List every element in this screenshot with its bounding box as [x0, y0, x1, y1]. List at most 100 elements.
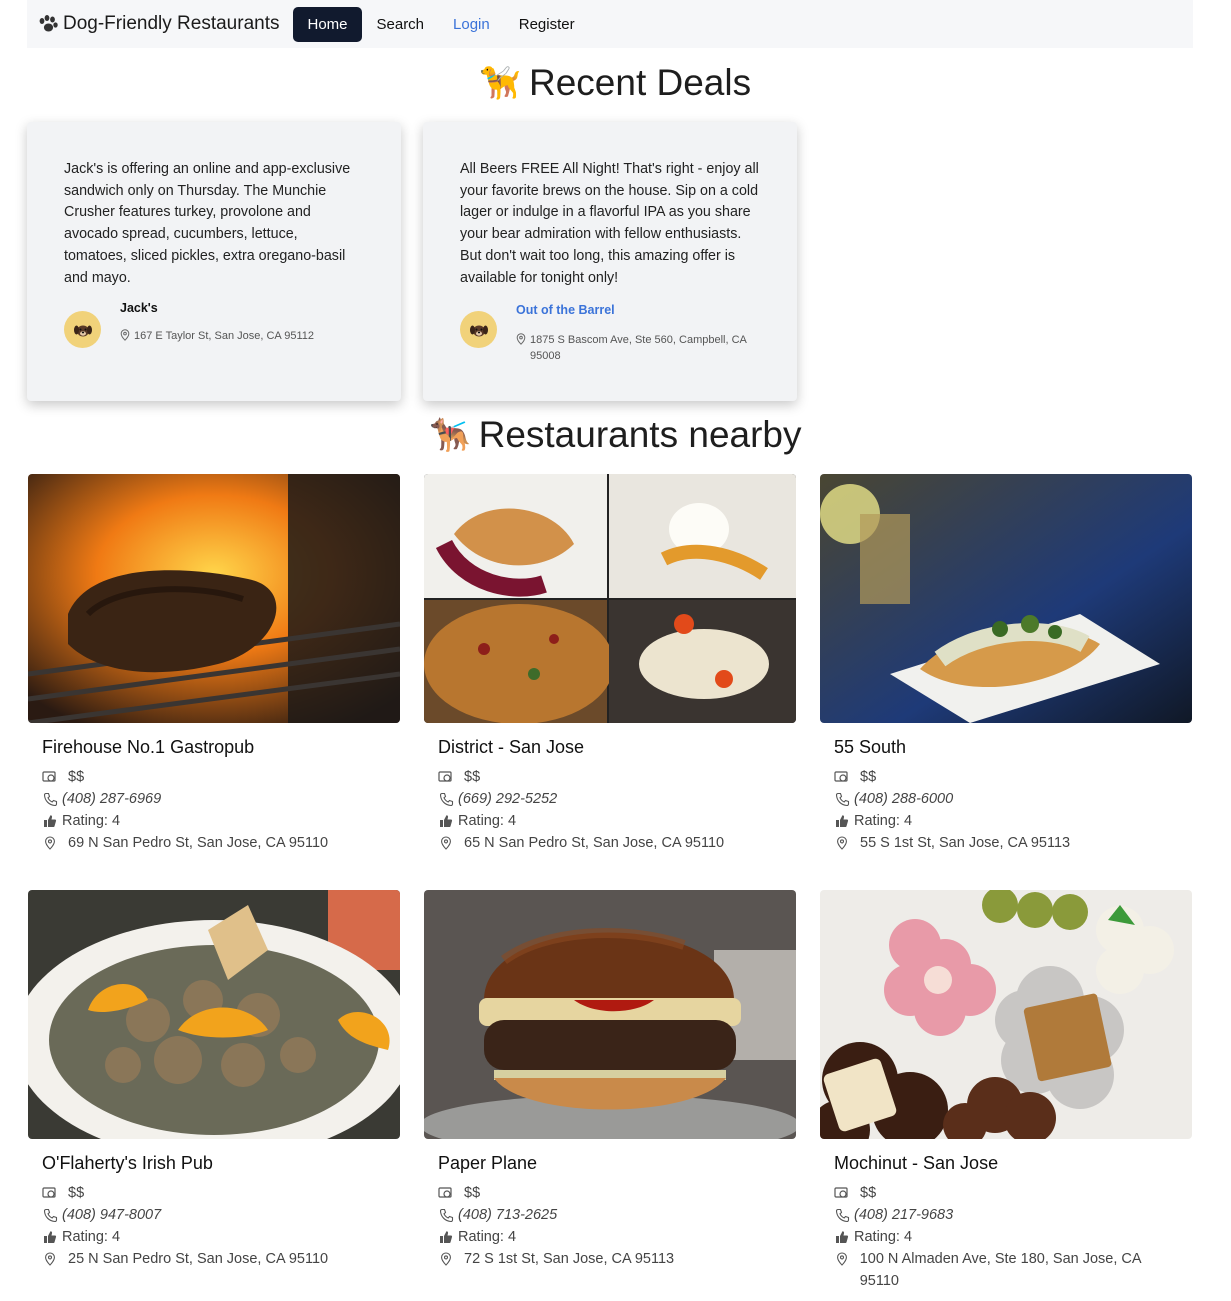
phone-text[interactable]: (669) 292-5252 [458, 791, 557, 807]
map-pin-icon [516, 333, 526, 346]
price-text: $$ [68, 1185, 85, 1201]
restaurant-name[interactable]: Firehouse No.1 Gastropub [42, 737, 386, 758]
restaurant-card[interactable]: O'Flaherty's Irish Pub $$ (408) 947-8007… [28, 890, 400, 1270]
map-pin-icon [438, 835, 454, 851]
rating-text: Rating: 4 [458, 813, 517, 829]
price-row: $$ [42, 1182, 386, 1204]
restaurant-photo[interactable] [424, 890, 796, 1139]
restaurant-name[interactable]: District - San Jose [438, 737, 782, 758]
phone-text[interactable]: (408) 288-6000 [854, 791, 953, 807]
address-text: 65 N San Pedro St, San Jose, CA 95110 [464, 835, 725, 851]
dog-avatar-icon [460, 311, 497, 349]
restaurant-card[interactable]: Paper Plane $$ (408) 713-2625 Rating: 4 … [424, 890, 796, 1270]
restaurant-info: 55 South $$ (408) 288-6000 Rating: 4 55 … [820, 723, 1192, 854]
phone-row: (669) 292-5252 [438, 788, 782, 810]
phone-icon [438, 1207, 454, 1223]
recent-deals-title: Recent Deals [528, 62, 752, 103]
money-icon [834, 769, 850, 785]
phone-icon [438, 791, 454, 807]
navbar: Dog-Friendly Restaurants Home Search Log… [27, 0, 1193, 48]
restaurant-photo[interactable] [28, 890, 400, 1139]
price-text: $$ [464, 1185, 481, 1201]
restaurant-card[interactable]: Firehouse No.1 Gastropub $$ (408) 287-69… [28, 474, 400, 854]
nav-register[interactable]: Register [505, 7, 589, 42]
restaurant-info: District - San Jose $$ (669) 292-5252 Ra… [424, 723, 796, 854]
deal-card[interactable]: Jack's is offering an online and app-exc… [27, 122, 401, 401]
address-text: 72 S 1st St, San Jose, CA 95113 [464, 1251, 675, 1267]
phone-text[interactable]: (408) 713-2625 [458, 1207, 557, 1223]
map-pin-icon [42, 835, 58, 851]
restaurant-card[interactable]: District - San Jose $$ (669) 292-5252 Ra… [424, 474, 796, 854]
price-row: $$ [834, 1182, 1178, 1204]
price-text: $$ [464, 769, 481, 785]
deal-card[interactable]: All Beers FREE All Night! That's right -… [423, 122, 797, 401]
phone-text[interactable]: (408) 287-6969 [62, 791, 161, 807]
restaurant-photo[interactable] [820, 474, 1192, 723]
restaurant-name[interactable]: Paper Plane [438, 1153, 782, 1174]
deal-address: 1875 S Bascom Ave, Ste 560, Campbell, CA… [516, 332, 760, 364]
phone-icon [834, 1207, 850, 1223]
rating-row: Rating: 4 [834, 810, 1178, 832]
rating-row: Rating: 4 [42, 810, 386, 832]
service-dog-emoji-icon: 🐕‍🦺 [429, 415, 471, 453]
thumbs-up-icon [42, 1229, 58, 1245]
restaurants-nearby-heading: 🐕‍🦺 Restaurants nearby [0, 414, 1231, 456]
phone-text[interactable]: (408) 217-9683 [854, 1207, 953, 1223]
restaurant-photo[interactable] [424, 474, 796, 723]
address-text: 25 N San Pedro St, San Jose, CA 95110 [68, 1251, 329, 1267]
price-text: $$ [860, 769, 877, 785]
restaurant-card[interactable]: Mochinut - San Jose $$ (408) 217-9683 Ra… [820, 890, 1192, 1292]
phone-row: (408) 713-2625 [438, 1204, 782, 1226]
phone-icon [42, 791, 58, 807]
nav-links: Home Search Login Register [293, 6, 589, 42]
phone-text[interactable]: (408) 947-8007 [62, 1207, 161, 1223]
money-icon [438, 769, 454, 785]
map-pin-icon [438, 1251, 454, 1267]
phone-row: (408) 287-6969 [42, 788, 386, 810]
phone-row: (408) 288-6000 [834, 788, 1178, 810]
deal-text: All Beers FREE All Night! That's right -… [460, 161, 759, 286]
nav-login[interactable]: Login [439, 7, 504, 42]
money-icon [42, 769, 58, 785]
thumbs-up-icon [834, 813, 850, 829]
rating-row: Rating: 4 [438, 810, 782, 832]
rating-text: Rating: 4 [854, 1229, 913, 1245]
nav-home[interactable]: Home [293, 6, 362, 42]
phone-row: (408) 947-8007 [42, 1204, 386, 1226]
deal-address: 167 E Taylor St, San Jose, CA 95112 [120, 328, 314, 344]
brand-title: Dog-Friendly Restaurants [63, 13, 280, 34]
brand-link[interactable]: Dog-Friendly Restaurants [37, 13, 279, 35]
restaurant-name[interactable]: Mochinut - San Jose [834, 1153, 1178, 1174]
map-pin-icon [120, 329, 130, 342]
rating-text: Rating: 4 [458, 1229, 517, 1245]
rating-row: Rating: 4 [438, 1226, 782, 1248]
map-pin-icon [834, 835, 850, 851]
rating-text: Rating: 4 [62, 813, 121, 829]
address-row: 65 N San Pedro St, San Jose, CA 95110 [438, 832, 782, 854]
restaurant-photo[interactable] [820, 890, 1192, 1139]
deal-restaurant-link[interactable]: Out of the Barrel [516, 303, 615, 317]
rating-text: Rating: 4 [62, 1229, 121, 1245]
map-pin-icon [834, 1251, 850, 1267]
address-row: 25 N San Pedro St, San Jose, CA 95110 [42, 1248, 386, 1270]
money-icon [834, 1185, 850, 1201]
nav-search[interactable]: Search [363, 7, 439, 42]
restaurant-info: O'Flaherty's Irish Pub $$ (408) 947-8007… [28, 1139, 400, 1270]
restaurant-info: Paper Plane $$ (408) 713-2625 Rating: 4 … [424, 1139, 796, 1270]
deal-footer: Jack's 167 E Taylor St, San Jose, CA 951… [64, 301, 364, 349]
price-row: $$ [438, 1182, 782, 1204]
address-row: 72 S 1st St, San Jose, CA 95113 [438, 1248, 782, 1270]
address-text: 55 S 1st St, San Jose, CA 95113 [860, 835, 1071, 851]
deal-meta: Out of the Barrel 1875 S Bascom Ave, Ste… [516, 301, 760, 364]
deal-footer: Out of the Barrel 1875 S Bascom Ave, Ste… [460, 301, 760, 364]
restaurant-name[interactable]: O'Flaherty's Irish Pub [42, 1153, 386, 1174]
address-text: 100 N Almaden Ave, Ste 180, San Jose, CA… [859, 1251, 1141, 1289]
address-row: 69 N San Pedro St, San Jose, CA 95110 [42, 832, 386, 854]
recent-deals-heading: 🦮 Recent Deals [0, 62, 1231, 104]
restaurant-card[interactable]: 55 South $$ (408) 288-6000 Rating: 4 55 … [820, 474, 1192, 854]
price-row: $$ [42, 766, 386, 788]
restaurant-photo[interactable] [28, 474, 400, 723]
deal-text: Jack's is offering an online and app-exc… [64, 161, 351, 286]
restaurant-name[interactable]: 55 South [834, 737, 1178, 758]
restaurant-info: Firehouse No.1 Gastropub $$ (408) 287-69… [28, 723, 400, 854]
